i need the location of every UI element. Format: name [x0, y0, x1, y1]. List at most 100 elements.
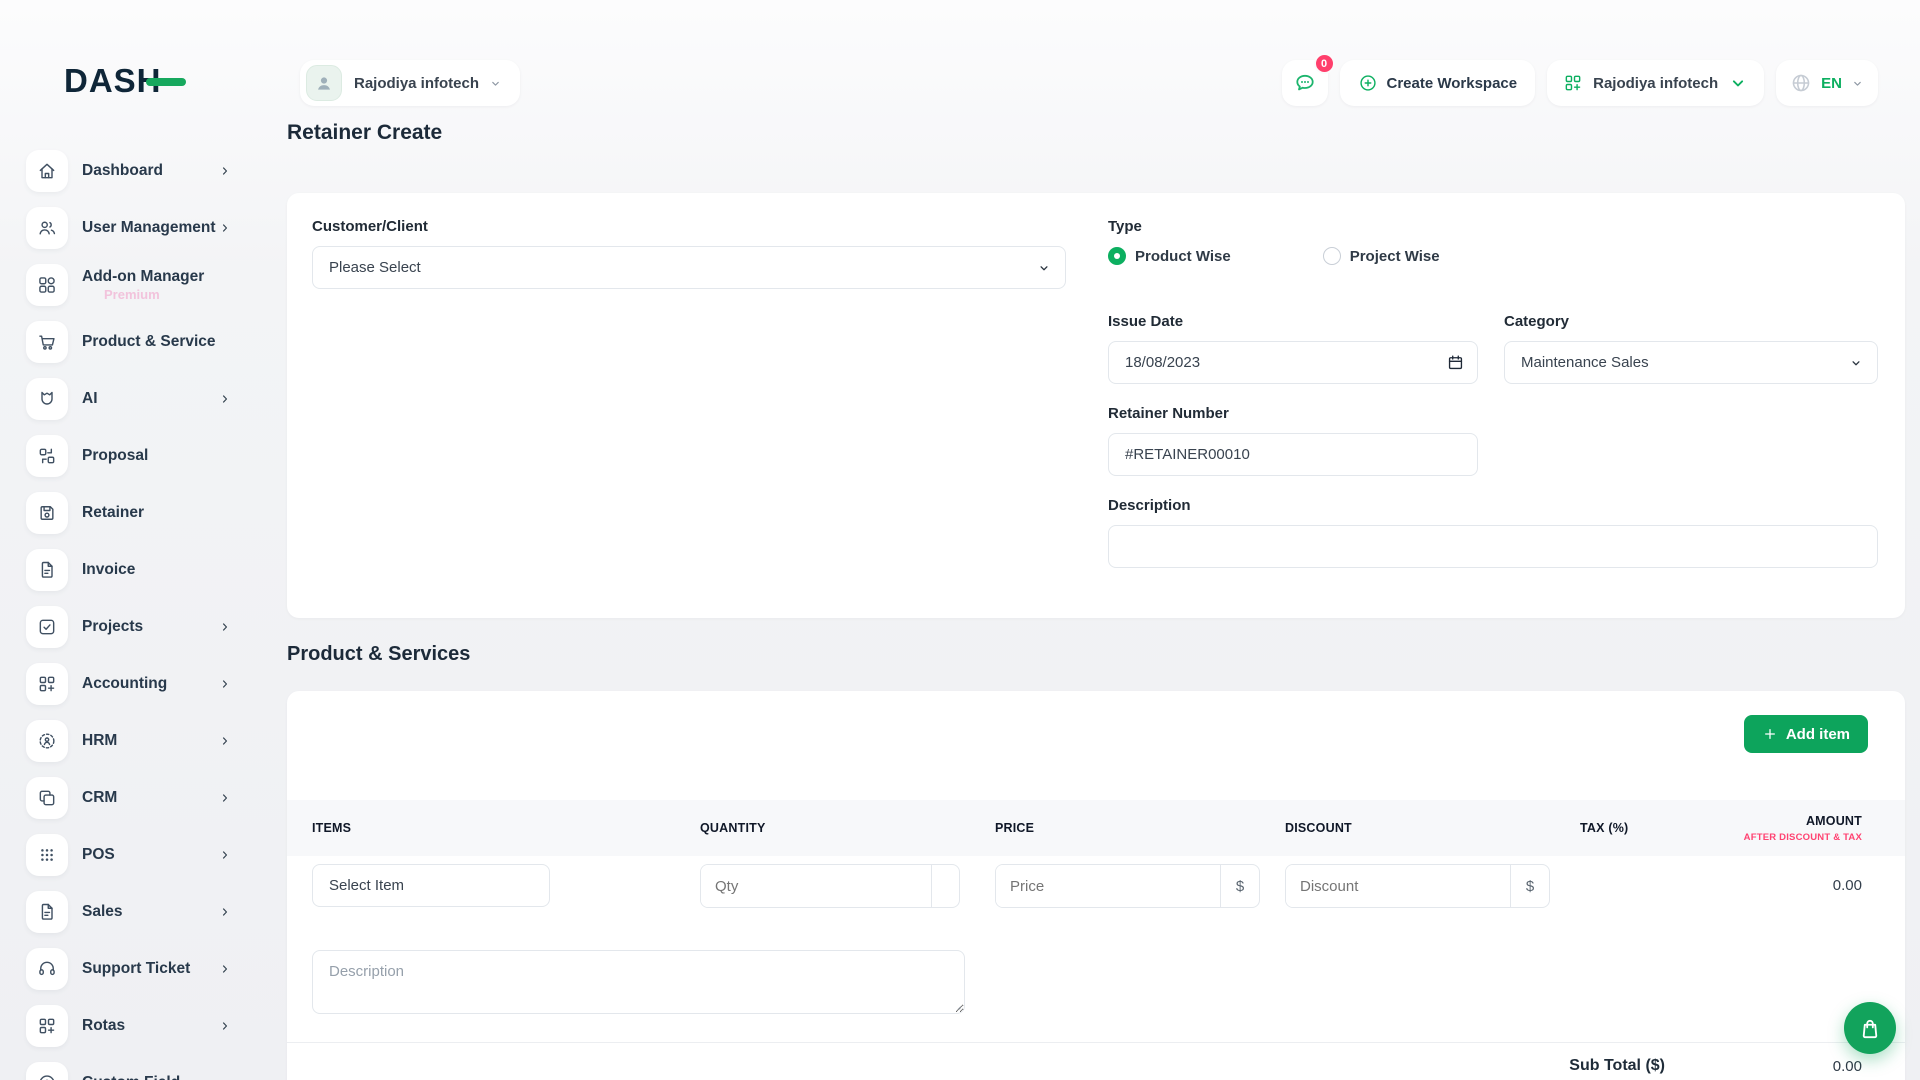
sidebar: DASH Dashboard User Management Add-on Ma…	[0, 0, 248, 1080]
price-input[interactable]	[996, 865, 1220, 907]
chevron-right-icon	[218, 848, 232, 862]
chevron-down-icon	[1851, 77, 1864, 90]
plus-circle-icon	[37, 1073, 57, 1080]
subtotal-value: 0.00	[1665, 1058, 1862, 1075]
messages-button[interactable]: 0	[1282, 60, 1328, 106]
item-description-textarea[interactable]	[312, 950, 965, 1014]
topbar: Rajodiya infotech 0 Create Workspace Raj…	[287, 60, 1905, 106]
sidebar-item-invoice[interactable]: Invoice	[0, 549, 248, 591]
users-icon	[37, 218, 57, 238]
avatar	[306, 65, 342, 101]
sidebar-item-support-ticket[interactable]: Support Ticket	[0, 948, 248, 990]
cart-icon	[37, 332, 57, 352]
sidebar-item-hrm[interactable]: HRM	[0, 720, 248, 762]
chat-icon	[1293, 71, 1317, 95]
plus-circle-icon	[1358, 73, 1378, 93]
header-amount: AMOUNT AFTER DISCOUNT & TAX	[1730, 814, 1862, 843]
discount-currency-addon: $	[1510, 865, 1549, 907]
company-switcher[interactable]: Rajodiya infotech	[1547, 60, 1764, 106]
sidebar-item-accounting[interactable]: Accounting	[0, 663, 248, 705]
issue-date-label: Issue Date	[1108, 313, 1478, 331]
description-input[interactable]	[1108, 525, 1878, 568]
sidebar-item-user-management[interactable]: User Management	[0, 207, 248, 249]
create-workspace-button[interactable]: Create Workspace	[1340, 60, 1536, 106]
retainer-form-card: Customer/Client Please Select Type Produ…	[287, 193, 1905, 618]
category-select[interactable]: Maintenance Sales	[1504, 341, 1878, 384]
sidebar-nav: Dashboard User Management Add-on Manager…	[0, 150, 248, 1080]
language-label: EN	[1821, 75, 1842, 92]
customer-client-select[interactable]: Please Select	[312, 246, 1066, 289]
chevron-right-icon	[218, 620, 232, 634]
type-radio-group: Product Wise Project Wise	[1108, 246, 1878, 266]
header-quantity: QUANTITY	[700, 821, 995, 835]
hrm-icon	[37, 731, 57, 751]
cart-fab[interactable]	[1844, 1002, 1896, 1054]
type-radio-project-wise[interactable]: Project Wise	[1323, 247, 1440, 265]
company-switcher-label: Rajodiya infotech	[1593, 75, 1718, 92]
radio-unchecked-icon	[1323, 247, 1341, 265]
chevron-right-icon	[218, 164, 232, 178]
chevron-right-icon	[218, 962, 232, 976]
page-title: Retainer Create	[287, 121, 1905, 145]
brand-logo: DASH	[0, 60, 248, 102]
quantity-input[interactable]	[701, 865, 931, 907]
sidebar-item-proposal[interactable]: Proposal	[0, 435, 248, 477]
items-card: Add item ITEMS QUANTITY PRICE DISCOUNT T…	[287, 691, 1905, 1080]
sidebar-item-product-service[interactable]: Product & Service	[0, 321, 248, 363]
price-group: $	[995, 864, 1260, 908]
sidebar-item-ai[interactable]: AI	[0, 378, 248, 420]
header-tax: TAX (%)	[1580, 821, 1730, 835]
sidebar-item-projects[interactable]: Projects	[0, 606, 248, 648]
premium-badge: Premium	[104, 287, 204, 302]
grid-icon	[37, 275, 57, 295]
plus-icon	[1762, 726, 1778, 742]
customer-client-label: Customer/Client	[312, 218, 1066, 236]
header-discount: DISCOUNT	[1285, 821, 1580, 835]
retainer-number-input[interactable]	[1108, 433, 1478, 476]
workflow-icon	[37, 446, 57, 466]
grid-plus-icon	[37, 1016, 57, 1036]
dots-grid-icon	[37, 845, 57, 865]
quantity-stepper[interactable]	[931, 865, 959, 907]
copy-icon	[37, 788, 57, 808]
chevron-right-icon	[218, 734, 232, 748]
item-select[interactable]: Select Item	[312, 864, 550, 907]
issue-date-input[interactable]: 18/08/2023	[1108, 341, 1478, 384]
add-item-button[interactable]: Add item	[1744, 715, 1868, 753]
sidebar-item-pos[interactable]: POS	[0, 834, 248, 876]
items-table-header: ITEMS QUANTITY PRICE DISCOUNT TAX (%) AM…	[287, 800, 1905, 856]
chevron-down-icon	[1728, 73, 1748, 93]
sidebar-item-retainer[interactable]: Retainer	[0, 492, 248, 534]
main-content: Rajodiya infotech 0 Create Workspace Raj…	[248, 0, 1920, 1080]
workspace-switcher[interactable]: Rajodiya infotech	[300, 60, 520, 106]
chevron-down-icon	[489, 77, 502, 90]
sidebar-item-custom-field[interactable]: Custom Field	[0, 1062, 248, 1080]
workspace-switcher-label: Rajodiya infotech	[354, 75, 479, 92]
type-radio-product-wise[interactable]: Product Wise	[1108, 247, 1231, 265]
discount-group: $	[1285, 864, 1550, 908]
chevron-right-icon	[218, 905, 232, 919]
type-label: Type	[1108, 218, 1878, 236]
retainer-number-label: Retainer Number	[1108, 405, 1478, 423]
category-label: Category	[1504, 313, 1878, 331]
grid-plus-icon	[37, 674, 57, 694]
chevron-right-icon	[218, 221, 232, 235]
description-label: Description	[1108, 497, 1878, 515]
sidebar-item-sales[interactable]: Sales	[0, 891, 248, 933]
language-switcher[interactable]: EN	[1776, 60, 1878, 106]
person-icon	[313, 72, 335, 94]
sidebar-item-crm[interactable]: CRM	[0, 777, 248, 819]
check-square-icon	[37, 617, 57, 637]
radio-checked-icon	[1108, 247, 1126, 265]
headset-icon	[37, 959, 57, 979]
calendar-icon	[1446, 353, 1465, 372]
products-services-title: Product & Services	[287, 643, 1905, 666]
header-items: ITEMS	[312, 821, 700, 835]
sidebar-item-dashboard[interactable]: Dashboard	[0, 150, 248, 192]
discount-input[interactable]	[1286, 865, 1510, 907]
header-amount-note: AFTER DISCOUNT & TAX	[1730, 832, 1862, 843]
sidebar-item-rotas[interactable]: Rotas	[0, 1005, 248, 1047]
sidebar-item-add-on-manager[interactable]: Add-on Manager Premium	[0, 264, 248, 306]
chevron-down-icon	[1037, 261, 1051, 275]
chevron-right-icon	[218, 392, 232, 406]
